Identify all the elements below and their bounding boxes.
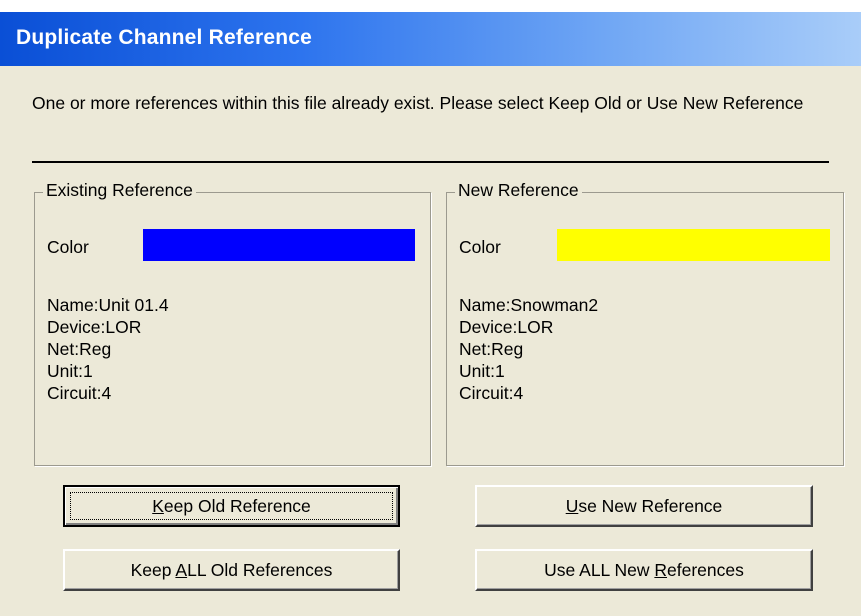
existing-unit: Unit:1 <box>47 361 93 381</box>
title-bar[interactable]: Duplicate Channel Reference <box>0 12 861 66</box>
new-color-label: Color <box>459 237 501 257</box>
dialog-title: Duplicate Channel Reference <box>16 26 312 49</box>
new-device: Device:LOR <box>459 317 554 337</box>
dialog-message: One or more references within this file … <box>32 93 804 113</box>
new-reference-legend: New Reference <box>455 180 582 201</box>
new-properties: Name:Snowman2 Device:LOR Net:Reg Unit:1 … <box>459 294 598 404</box>
new-color-swatch <box>557 229 830 261</box>
new-unit: Unit:1 <box>459 361 505 381</box>
separator-line <box>32 161 829 163</box>
existing-name: Name:Unit 01.4 <box>47 295 169 315</box>
top-strip <box>0 0 861 12</box>
keep-old-reference-button[interactable]: Keep Old Reference <box>63 485 400 527</box>
keep-all-old-references-label: Keep ALL Old References <box>130 559 333 580</box>
existing-net: Net:Reg <box>47 339 112 359</box>
use-new-reference-label: Use New Reference <box>565 495 723 516</box>
existing-circuit: Circuit:4 <box>47 383 112 403</box>
existing-color-swatch <box>143 229 415 261</box>
existing-color-label: Color <box>47 237 89 257</box>
use-all-new-references-button[interactable]: Use ALL New References <box>475 549 813 591</box>
existing-reference-legend: Existing Reference <box>43 180 196 201</box>
keep-all-old-references-button[interactable]: Keep ALL Old References <box>63 549 400 591</box>
focus-rectangle <box>70 492 393 520</box>
new-name: Name:Snowman2 <box>459 295 599 315</box>
use-new-reference-button[interactable]: Use New Reference <box>475 485 813 527</box>
existing-properties: Name:Unit 01.4 Device:LOR Net:Reg Unit:1… <box>47 294 169 404</box>
use-all-new-references-label: Use ALL New References <box>544 559 744 580</box>
mnemonic: A <box>175 559 188 580</box>
new-net: Net:Reg <box>459 339 524 359</box>
existing-reference-group: Existing Reference Color Name:Unit 01.4 … <box>34 180 431 466</box>
new-circuit: Circuit:4 <box>459 383 524 403</box>
existing-device: Device:LOR <box>47 317 142 337</box>
new-reference-group: New Reference Color Name:Snowman2 Device… <box>446 180 844 466</box>
duplicate-channel-dialog: Duplicate Channel Reference One or more … <box>0 0 861 616</box>
mnemonic: R <box>654 559 668 580</box>
mnemonic: U <box>565 495 579 516</box>
